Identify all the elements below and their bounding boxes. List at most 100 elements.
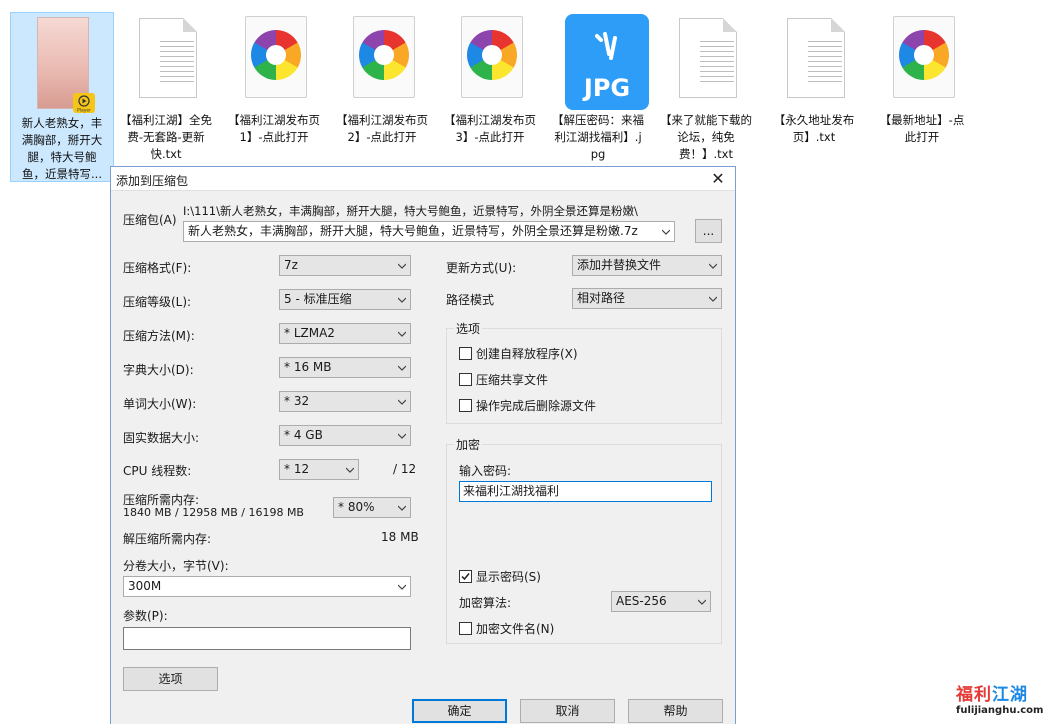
browse-button[interactable]: ... <box>695 219 722 243</box>
desktop-file-item[interactable]: 【福利江湖】全免费-无套路-更新快.txt <box>114 10 218 163</box>
delete-checkbox[interactable]: 操作完成后删除源文件 <box>459 397 596 414</box>
enc-method-value: AES-256 <box>616 594 667 608</box>
site-watermark: 福利江湖 fulijianghu.com <box>956 680 1048 716</box>
encrypt-names-checkbox[interactable]: 加密文件名(N) <box>459 620 554 637</box>
password-label: 输入密码: <box>459 464 512 478</box>
params-label: 参数(P): <box>123 609 168 623</box>
desktop-file-name: 【来了就能下载的论坛，纯免费！】.txt <box>660 113 752 161</box>
pinwheel-browser-icon <box>885 12 959 108</box>
chevron-down-icon <box>398 584 406 590</box>
threads-select[interactable]: * 12 <box>279 459 359 480</box>
enc-method-select[interactable]: AES-256 <box>611 591 711 612</box>
cancel-button[interactable]: 取消 <box>520 699 615 723</box>
mem-percent-value: * 80% <box>338 500 375 514</box>
level-label: 压缩等级(L): <box>123 295 192 309</box>
checkbox-icon <box>459 347 472 360</box>
chevron-down-icon <box>698 599 706 605</box>
decomp-label: 解压缩所需内存: <box>123 532 212 546</box>
jpg-file-icon: JPG <box>561 12 649 110</box>
dict-select[interactable]: * 16 MB <box>279 357 411 378</box>
encrypt-names-label: 加密文件名(N) <box>476 622 555 636</box>
threads-value: * 12 <box>284 462 310 476</box>
archive-name-combo[interactable]: 新人老熟女，丰满胸部，掰开大腿，特大号鲍鱼，近景特写，外阴全景还算是粉嫩.7z <box>183 221 675 242</box>
solid-select[interactable]: * 4 GB <box>279 425 411 446</box>
format-select[interactable]: 7z <box>279 255 411 276</box>
level-select[interactable]: 5 - 标准压缩 <box>279 289 411 310</box>
solid-value: * 4 GB <box>284 428 323 442</box>
word-label: 单词大小(W): <box>123 397 197 411</box>
desktop-file-item[interactable]: 【福利江湖发布页1】-点此打开 <box>222 10 326 146</box>
path-label: 路径模式 <box>446 293 495 307</box>
encryption-group-title: 加密 <box>454 436 483 453</box>
chevron-down-icon <box>398 399 406 405</box>
help-button[interactable]: 帮助 <box>628 699 723 723</box>
watermark-url: fulijianghu.com <box>956 705 1044 716</box>
chevron-down-icon <box>398 297 406 303</box>
desktop-file-name: 【福利江湖】全免费-无套路-更新快.txt <box>120 113 212 161</box>
level-value: 5 - 标准压缩 <box>284 292 352 306</box>
ok-button[interactable]: 确定 <box>412 699 507 723</box>
desktop-file-item[interactable]: Player 新人老熟女，丰满胸部，掰开大腿，特大号鲍鱼，近景特写... <box>10 12 114 182</box>
chevron-down-icon <box>709 296 717 302</box>
volume-combo[interactable]: 300M <box>123 576 411 597</box>
desktop-file-name: 【福利江湖发布页1】-点此打开 <box>228 113 320 144</box>
desktop-file-item[interactable]: 【最新地址】-点此打开 <box>870 10 974 146</box>
archive-label: 压缩包(A) <box>123 213 177 227</box>
text-file-icon <box>129 12 203 108</box>
word-value: * 32 <box>284 394 310 408</box>
format-label: 压缩格式(F): <box>123 261 192 275</box>
dialog-titlebar[interactable]: 添加到压缩包 ✕ <box>111 167 735 191</box>
desktop-file-item[interactable]: 【永久地址发布页】.txt <box>762 10 866 146</box>
jpg-icon-label: JPG <box>583 74 631 102</box>
pinwheel-browser-icon <box>453 12 527 108</box>
archive-path: I:\111\新人老熟女，丰满胸部，掰开大腿，特大号鲍鱼，近景特写，外阴全景还算… <box>183 204 638 218</box>
checkbox-icon <box>459 373 472 386</box>
archive-name-value: 新人老熟女，丰满胸部，掰开大腿，特大号鲍鱼，近景特写，外阴全景还算是粉嫩.7z <box>188 224 638 238</box>
checkbox-icon <box>459 399 472 412</box>
shared-checkbox[interactable]: 压缩共享文件 <box>459 371 548 388</box>
chevron-down-icon <box>398 331 406 337</box>
svg-text:Player: Player <box>77 108 91 114</box>
video-thumbnail-icon: Player <box>25 15 99 114</box>
word-select[interactable]: * 32 <box>279 391 411 412</box>
chevron-down-icon <box>398 433 406 439</box>
format-value: 7z <box>284 258 298 272</box>
player-badge-icon: Player <box>73 93 95 114</box>
chevron-down-icon <box>709 263 717 269</box>
dict-value: * 16 MB <box>284 360 332 374</box>
show-password-checkbox[interactable]: 显示密码(S) <box>459 568 541 585</box>
method-select[interactable]: * LZMA2 <box>279 323 411 344</box>
path-select[interactable]: 相对路径 <box>572 288 722 309</box>
solid-label: 固实数据大小: <box>123 431 200 445</box>
checkbox-icon <box>459 622 472 635</box>
desktop-file-name: 【永久地址发布页】.txt <box>773 113 855 144</box>
text-file-icon <box>669 12 743 108</box>
desktop-file-item[interactable]: 【福利江湖发布页2】-点此打开 <box>330 10 434 146</box>
decomp-value: 18 MB <box>381 530 419 544</box>
password-input[interactable]: 来福利江湖找福利 <box>459 481 712 502</box>
options-group-title: 选项 <box>454 320 483 337</box>
update-label: 更新方式(U): <box>446 261 517 275</box>
update-value: 添加并替换文件 <box>577 258 662 272</box>
sfx-checkbox-label: 创建自释放程序(X) <box>476 347 578 361</box>
text-file-icon <box>777 12 851 108</box>
desktop-file-name: 【福利江湖发布页2】-点此打开 <box>336 113 428 144</box>
params-input[interactable] <box>123 627 411 650</box>
chevron-down-icon <box>346 467 354 473</box>
options-button[interactable]: 选项 <box>123 667 218 691</box>
close-icon[interactable]: ✕ <box>707 169 729 189</box>
encryption-group: 加密 输入密码: 来福利江湖找福利 显示密码(S) 加密算法: AES-256 … <box>446 436 722 644</box>
mem-percent-select[interactable]: * 80% <box>333 497 411 518</box>
desktop-file-item[interactable]: 【来了就能下载的论坛，纯免费！】.txt <box>654 10 758 163</box>
sfx-checkbox[interactable]: 创建自释放程序(X) <box>459 345 578 362</box>
desktop-file-name: 新人老熟女，丰满胸部，掰开大腿，特大号鲍鱼，近景特写... <box>21 116 103 181</box>
checkbox-checked-icon <box>459 570 472 583</box>
chevron-down-icon <box>398 263 406 269</box>
threads-label: CPU 线程数: <box>123 464 192 478</box>
delete-checkbox-label: 操作完成后删除源文件 <box>476 399 597 413</box>
dict-label: 字典大小(D): <box>123 363 194 377</box>
desktop-file-item[interactable]: JPG 【解压密码：来福利江湖找福利】.jpg <box>546 10 650 163</box>
desktop-file-item[interactable]: 【福利江湖发布页3】-点此打开 <box>438 10 542 146</box>
update-select[interactable]: 添加并替换文件 <box>572 255 722 276</box>
add-to-archive-dialog: 添加到压缩包 ✕ 压缩包(A) I:\111\新人老熟女，丰满胸部，掰开大腿，特… <box>110 166 736 724</box>
